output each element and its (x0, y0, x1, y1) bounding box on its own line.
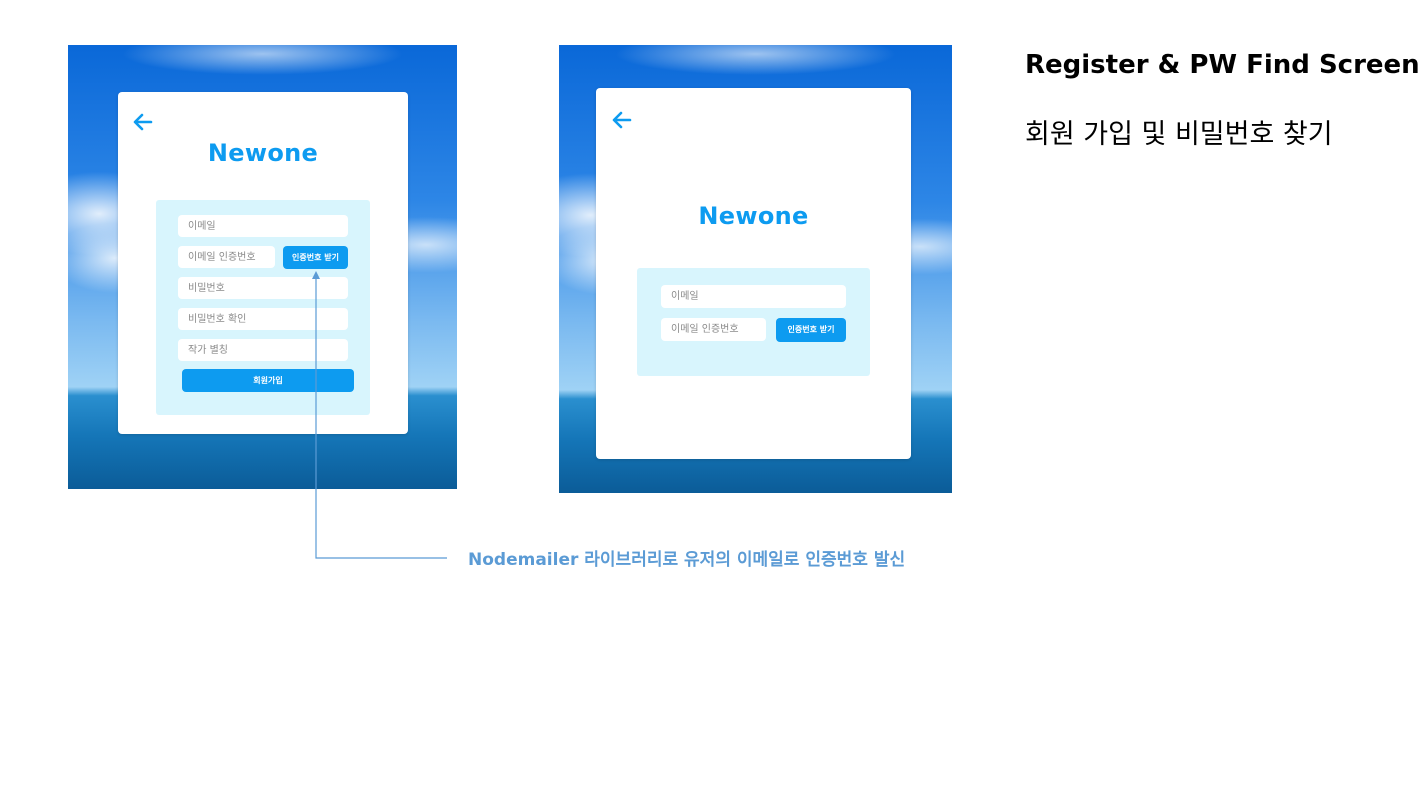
brand-logo: Newone (698, 202, 809, 230)
page-subheading: 회원 가입 및 비밀번호 찾기 (1025, 119, 1333, 150)
find-password-card: Newone 인증번호 받기 (596, 88, 911, 459)
find-password-form: 인증번호 받기 (637, 268, 870, 376)
get-code-button[interactable]: 인증번호 받기 (283, 246, 348, 269)
page-heading: Register & PW Find Screen (1025, 50, 1420, 80)
get-code-button[interactable]: 인증번호 받기 (776, 318, 846, 342)
register-screen-mockup: Newone 인증번호 받기 회원가입 (68, 45, 457, 489)
register-submit-button[interactable]: 회원가입 (182, 369, 354, 392)
back-arrow-icon[interactable] (132, 111, 154, 133)
email-input[interactable] (178, 215, 348, 237)
annotation-label: Nodemailer 라이브러리로 유저의 이메일로 인증번호 발신 (468, 550, 906, 570)
password-confirm-input[interactable] (178, 308, 348, 330)
register-form: 인증번호 받기 회원가입 (156, 200, 370, 415)
register-card: Newone 인증번호 받기 회원가입 (118, 92, 408, 434)
nickname-input[interactable] (178, 339, 348, 361)
brand-logo: Newone (207, 139, 319, 167)
find-password-screen-mockup: Newone 인증번호 받기 (559, 45, 952, 493)
back-arrow-icon[interactable] (611, 109, 633, 131)
verification-code-input[interactable] (661, 318, 766, 341)
password-input[interactable] (178, 277, 348, 299)
verification-code-input[interactable] (178, 246, 275, 268)
email-input[interactable] (661, 285, 846, 308)
